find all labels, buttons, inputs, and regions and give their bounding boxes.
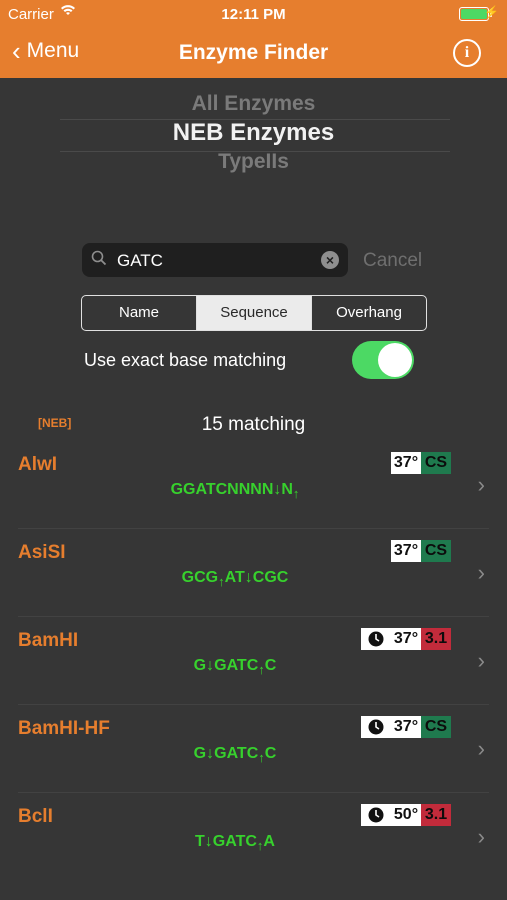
enzyme-row-bamhi[interactable]: BamHI 37° 3.1 G↓GATC↑C › — [0, 617, 507, 705]
page-title: Enzyme Finder — [178, 41, 329, 64]
temperature-badge: 37° — [391, 452, 421, 474]
status-time: 12:11 PM — [221, 6, 286, 23]
search-mode-segmented-control: Name Sequence Overhang — [81, 295, 427, 331]
exact-match-label: Use exact base matching — [84, 350, 287, 370]
chevron-right-icon: › — [477, 560, 485, 585]
enzyme-row-alwi[interactable]: AlwI 37° CS GGATCNNNN↓N↑ › — [0, 441, 507, 529]
navigation-bar: ‹ Menu Enzyme Finder i — [0, 28, 507, 78]
search-value: GATC — [117, 251, 163, 270]
enzyme-badges: 37° 3.1 — [361, 628, 451, 650]
sequence-part: AT↓CGC — [224, 569, 289, 586]
sequence-part: ↑ — [258, 750, 265, 765]
enzyme-row-bcli[interactable]: BclI 50° 3.1 T↓GATC↑A › — [0, 793, 507, 881]
enzyme-row-bamhi-hf[interactable]: BamHI-HF 37° CS G↓GATC↑C › — [0, 705, 507, 793]
chevron-right-icon: › — [477, 472, 485, 497]
recognition-sequence: G↓GATC↑C — [0, 657, 470, 677]
chevron-right-icon: › — [477, 736, 485, 761]
toggle-knob — [378, 343, 412, 377]
sequence-part: GGATCNNNN↓N — [170, 481, 293, 498]
picker-option-neb[interactable]: NEB Enzymes — [0, 119, 507, 147]
recognition-sequence: G↓GATC↑C — [0, 745, 470, 765]
buffer-badge: CS — [421, 540, 451, 562]
enzyme-badges: 37° CS — [361, 716, 451, 738]
info-icon[interactable]: i — [453, 39, 481, 67]
sequence-part: GCG — [181, 569, 219, 586]
chevron-right-icon: › — [477, 648, 485, 673]
sequence-part: T↓GATC — [195, 833, 257, 850]
segment-overhang[interactable]: Overhang — [312, 296, 426, 330]
picker-option-all[interactable]: All Enzymes — [0, 92, 507, 116]
enzyme-row-asisi[interactable]: AsiSI 37° CS GCG↑AT↓CGC › — [0, 529, 507, 617]
enzyme-name: AlwI — [18, 454, 58, 475]
status-bar: Carrier 12:11 PM ⚡ — [0, 0, 507, 28]
enzyme-set-picker[interactable]: All Enzymes NEB Enzymes TypeIIs — [0, 92, 507, 174]
sequence-part: ↑ — [256, 838, 264, 853]
cancel-button[interactable]: Cancel — [363, 250, 422, 272]
search-icon — [91, 250, 107, 271]
temperature-badge: 50° — [391, 804, 421, 826]
segment-sequence[interactable]: Sequence — [197, 296, 312, 330]
charging-icon: ⚡ — [484, 5, 499, 19]
enzyme-badges: 37° CS — [391, 452, 451, 474]
sequence-part: ↑ — [258, 662, 265, 677]
enzyme-name: AsiSI — [18, 542, 66, 563]
temperature-badge: 37° — [391, 716, 421, 738]
temperature-badge: 37° — [391, 628, 421, 650]
segment-name[interactable]: Name — [82, 296, 197, 330]
clock-icon — [361, 716, 391, 738]
buffer-badge: CS — [421, 716, 451, 738]
sequence-part: ↑ — [292, 486, 300, 501]
match-count: 15 matching — [201, 414, 306, 435]
sequence-part: G↓GATC — [193, 657, 259, 674]
sequence-part: ↑ — [218, 574, 225, 589]
temperature-badge: 37° — [391, 540, 421, 562]
sequence-part: C — [264, 657, 277, 674]
enzyme-badges: 50° 3.1 — [361, 804, 451, 826]
picker-divider — [60, 119, 450, 120]
exact-match-toggle[interactable] — [352, 341, 414, 379]
chevron-right-icon: › — [477, 824, 485, 849]
buffer-badge: CS — [421, 452, 451, 474]
enzyme-name: BamHI — [18, 630, 79, 651]
sequence-part: G↓GATC — [193, 745, 259, 762]
picker-divider — [60, 151, 450, 152]
buffer-badge: 3.1 — [421, 804, 451, 826]
enzyme-name: BamHI-HF — [18, 718, 110, 739]
sequence-part: C — [264, 745, 277, 762]
enzyme-badges: 37° CS — [391, 540, 451, 562]
sequence-part: A — [263, 833, 275, 850]
clock-icon — [361, 628, 391, 650]
recognition-sequence: GCG↑AT↓CGC — [0, 569, 470, 589]
search-input[interactable]: GATC × — [82, 243, 348, 277]
clear-icon[interactable]: × — [321, 251, 339, 269]
clock-icon — [361, 804, 391, 826]
recognition-sequence: T↓GATC↑A — [0, 833, 470, 853]
enzyme-name: BclI — [18, 806, 53, 827]
buffer-badge: 3.1 — [421, 628, 451, 650]
recognition-sequence: GGATCNNNN↓N↑ — [0, 481, 470, 501]
picker-option-typeiis[interactable]: TypeIIs — [0, 150, 507, 174]
